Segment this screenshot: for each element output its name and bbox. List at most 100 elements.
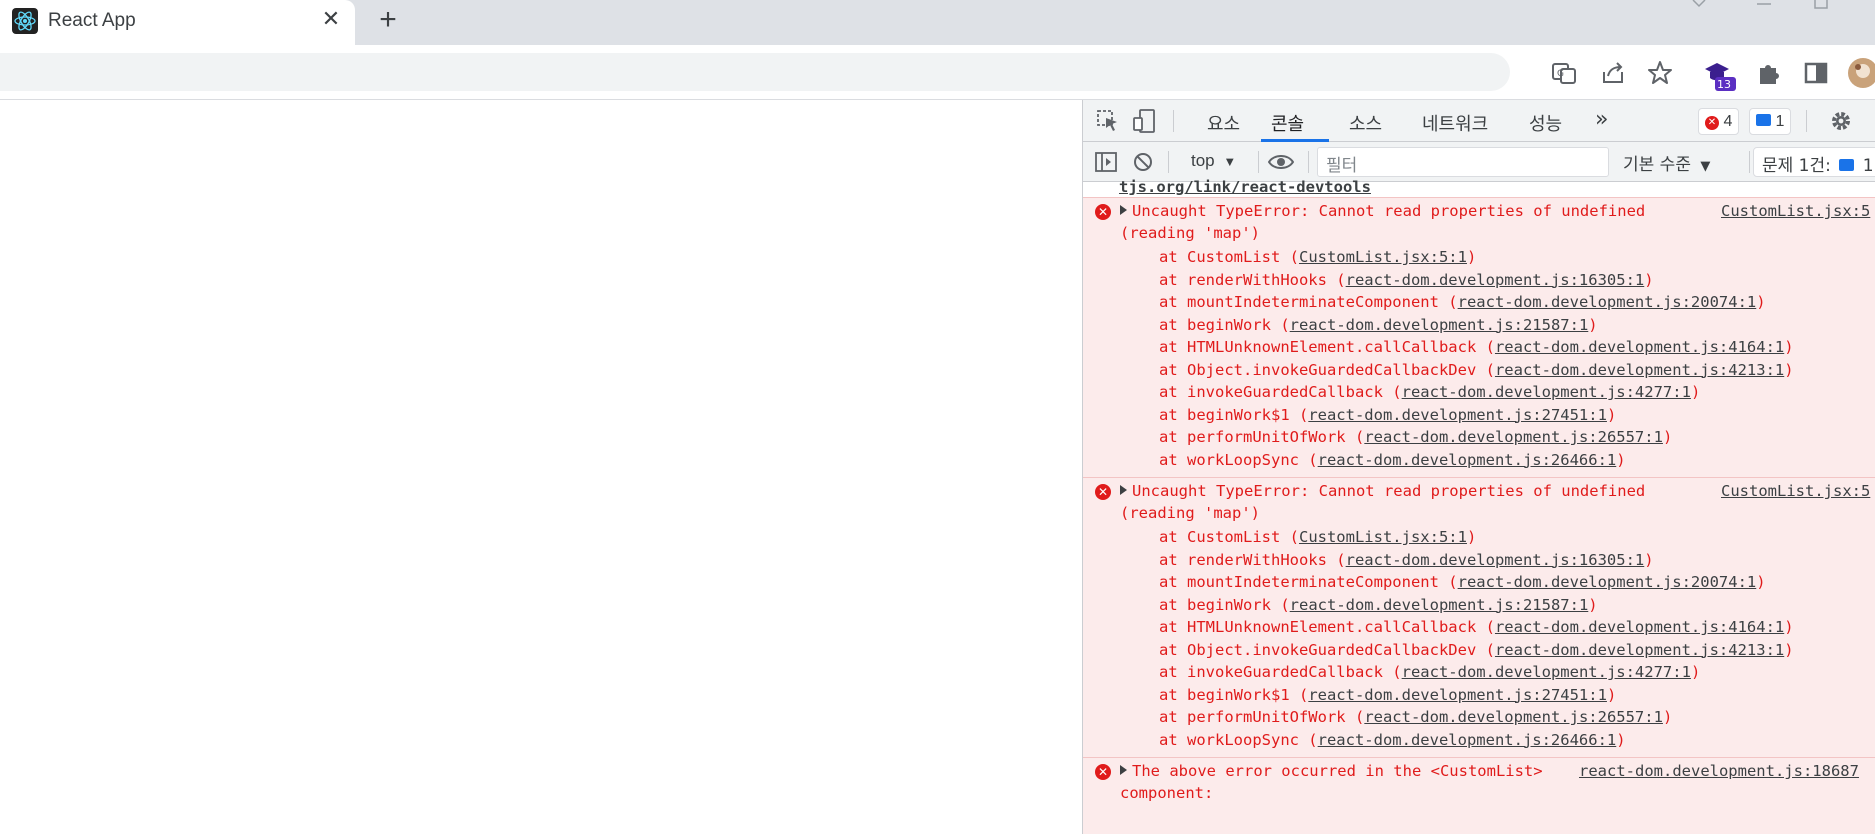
stack-frame: at mountIndeterminateComponent (react-do… bbox=[1159, 291, 1766, 313]
stack-frame-end: ) bbox=[1644, 270, 1654, 289]
stack-frame-end: ) bbox=[1662, 708, 1673, 726]
tab-title: React App bbox=[48, 10, 136, 31]
issues-count: 1 bbox=[1862, 156, 1874, 176]
stack-frame: at invokeGuardedCallback (react-dom.deve… bbox=[1159, 661, 1700, 683]
context-selector[interactable]: top ▼ bbox=[1191, 151, 1236, 171]
error-source-link[interactable]: CustomList.jsx:5 bbox=[1721, 200, 1870, 222]
stack-frame-link[interactable]: react-dom.development.js:21587:1 bbox=[1290, 316, 1589, 334]
stack-frame-link[interactable]: react-dom.development.js:4213:1 bbox=[1495, 641, 1784, 659]
inspect-element-icon[interactable] bbox=[1097, 110, 1119, 137]
stack-frame-end: ) bbox=[1662, 428, 1673, 446]
error-count: 4 bbox=[1723, 113, 1733, 130]
tab-elements[interactable]: 요소 bbox=[1207, 110, 1240, 136]
stack-frame-link[interactable]: react-dom.development.js:27451:1 bbox=[1308, 406, 1607, 424]
stack-frame-link[interactable]: react-dom.development.js:16305:1 bbox=[1346, 551, 1645, 569]
stack-frame: at Object.invokeGuardedCallbackDev (reac… bbox=[1159, 359, 1794, 381]
tab-sources[interactable]: 소스 bbox=[1349, 110, 1382, 136]
stack-frame: at renderWithHooks (react-dom.developmen… bbox=[1159, 269, 1654, 291]
stack-frame-end: ) bbox=[1784, 360, 1794, 379]
error-text[interactable]: Uncaught TypeError: Cannot read properti… bbox=[1120, 200, 1645, 222]
stack-frame-link[interactable]: react-dom.development.js:27451:1 bbox=[1308, 686, 1607, 704]
address-bar[interactable] bbox=[0, 53, 1510, 91]
puzzle-icon[interactable] bbox=[1754, 58, 1784, 88]
stack-frame: at performUnitOfWork (react-dom.developm… bbox=[1159, 426, 1672, 448]
stack-frame-link[interactable]: react-dom.development.js:4277:1 bbox=[1402, 383, 1691, 401]
more-tabs-button[interactable]: » bbox=[1595, 107, 1608, 132]
context-value: top bbox=[1191, 151, 1215, 170]
issues-button[interactable]: 문제 1건: 1 bbox=[1753, 147, 1875, 177]
console-output: tjs.org/link/react-devtools ✕ Uncaught T… bbox=[1083, 178, 1875, 834]
stack-frame: at beginWork$1 (react-dom.development.js… bbox=[1159, 684, 1616, 706]
log-link[interactable]: tjs.org/link/react-devtools bbox=[1119, 176, 1371, 198]
stack-frame-link[interactable]: react-dom.development.js:26557:1 bbox=[1364, 428, 1663, 446]
stack-frame-link[interactable]: react-dom.development.js:20074:1 bbox=[1458, 293, 1757, 311]
browser-toolbar: G 13 bbox=[0, 45, 1875, 100]
stack-frame-link[interactable]: react-dom.development.js:4277:1 bbox=[1402, 663, 1691, 681]
error-text-cont: (reading 'map') bbox=[1120, 224, 1260, 242]
stack-frame-link[interactable]: react-dom.development.js:4164:1 bbox=[1495, 338, 1784, 356]
error-count-badge[interactable]: ✕ 4 bbox=[1698, 108, 1740, 135]
stack-frame-end: ) bbox=[1690, 663, 1701, 681]
message-count-badge[interactable]: 1 bbox=[1749, 108, 1792, 135]
error-source-link[interactable]: react-dom.development.js:18687 bbox=[1579, 760, 1859, 782]
device-toolbar-icon[interactable] bbox=[1133, 109, 1157, 138]
stack-frame: at performUnitOfWork (react-dom.developm… bbox=[1159, 706, 1672, 728]
message-icon bbox=[1839, 159, 1855, 171]
star-icon[interactable] bbox=[1645, 58, 1675, 88]
expand-triangle-icon[interactable] bbox=[1120, 765, 1127, 775]
profile-avatar[interactable] bbox=[1848, 58, 1875, 88]
stack-frame-link[interactable]: CustomList.jsx:5:1 bbox=[1299, 248, 1467, 266]
stack-frame-function: at beginWork$1 ( bbox=[1159, 405, 1309, 424]
stack-frame-function: at beginWork ( bbox=[1159, 315, 1290, 334]
share-icon[interactable] bbox=[1598, 58, 1628, 88]
side-panel-icon[interactable] bbox=[1801, 58, 1831, 88]
stack-frame-link[interactable]: react-dom.development.js:4164:1 bbox=[1495, 618, 1784, 636]
stack-frame-function: at HTMLUnknownElement.callCallback ( bbox=[1159, 618, 1495, 636]
expand-triangle-icon[interactable] bbox=[1120, 485, 1127, 495]
stack-frame-link[interactable]: react-dom.development.js:26557:1 bbox=[1364, 708, 1663, 726]
stack-frame-link[interactable]: react-dom.development.js:16305:1 bbox=[1346, 271, 1645, 289]
stack-frame-function: at renderWithHooks ( bbox=[1159, 270, 1346, 289]
stack-frame-link[interactable]: react-dom.development.js:4213:1 bbox=[1495, 361, 1784, 379]
error-text[interactable]: The above error occurred in the <CustomL… bbox=[1120, 760, 1543, 782]
stack-frame: at CustomList (CustomList.jsx:5:1) bbox=[1159, 526, 1476, 548]
tab-console[interactable]: 콘솔 bbox=[1271, 110, 1304, 136]
new-tab-button[interactable]: + bbox=[372, 4, 404, 36]
stack-frame: at beginWork$1 (react-dom.development.js… bbox=[1159, 404, 1616, 426]
stack-frame-function: at workLoopSync ( bbox=[1159, 450, 1318, 469]
stack-frame-link[interactable]: react-dom.development.js:20074:1 bbox=[1458, 573, 1757, 591]
stack-frame-link[interactable]: react-dom.development.js:26466:1 bbox=[1318, 451, 1617, 469]
stack-frame-link[interactable]: react-dom.development.js:26466:1 bbox=[1318, 731, 1617, 749]
message-icon bbox=[1756, 114, 1771, 126]
page-viewport bbox=[0, 100, 1082, 834]
graduation-cap-icon[interactable]: 13 bbox=[1702, 58, 1736, 91]
stack-frame-end: ) bbox=[1466, 248, 1477, 266]
stack-frame-function: at performUnitOfWork ( bbox=[1159, 428, 1365, 446]
log-level-dropdown[interactable]: 기본 수준 ▼ bbox=[1623, 150, 1710, 175]
stack-frame-link[interactable]: CustomList.jsx:5:1 bbox=[1299, 528, 1467, 546]
stack-frame-function: at mountIndeterminateComponent ( bbox=[1159, 293, 1458, 311]
error-source-link[interactable]: CustomList.jsx:5 bbox=[1721, 480, 1870, 502]
close-icon[interactable]: ✕ bbox=[318, 6, 344, 32]
stack-frame-function: at CustomList ( bbox=[1159, 528, 1299, 546]
stack-frame-function: at invokeGuardedCallback ( bbox=[1159, 383, 1402, 401]
tab-network[interactable]: 네트워크 bbox=[1422, 110, 1488, 136]
stack-frame-function: at invokeGuardedCallback ( bbox=[1159, 663, 1402, 681]
stack-frame-function: at workLoopSync ( bbox=[1159, 730, 1318, 749]
stack-frame-end: ) bbox=[1588, 315, 1598, 334]
stack-frame-end: ) bbox=[1784, 640, 1794, 659]
eye-icon[interactable] bbox=[1267, 152, 1295, 177]
filter-input[interactable]: 필터 bbox=[1317, 147, 1609, 177]
gear-icon[interactable] bbox=[1829, 109, 1853, 138]
clear-console-icon[interactable] bbox=[1133, 152, 1153, 177]
translate-icon[interactable]: G bbox=[1549, 58, 1579, 88]
stack-frame-function: at mountIndeterminateComponent ( bbox=[1159, 573, 1458, 591]
browser-tab[interactable]: React App ✕ bbox=[0, 0, 355, 45]
stack-frame-link[interactable]: react-dom.development.js:21587:1 bbox=[1290, 596, 1589, 614]
sidebar-toggle-icon[interactable] bbox=[1095, 152, 1117, 177]
stack-frame: at beginWork (react-dom.development.js:2… bbox=[1159, 594, 1598, 616]
expand-triangle-icon[interactable] bbox=[1120, 205, 1127, 215]
error-text[interactable]: Uncaught TypeError: Cannot read properti… bbox=[1120, 480, 1645, 502]
divider bbox=[1308, 151, 1309, 173]
tab-performance[interactable]: 성능 bbox=[1529, 110, 1562, 136]
